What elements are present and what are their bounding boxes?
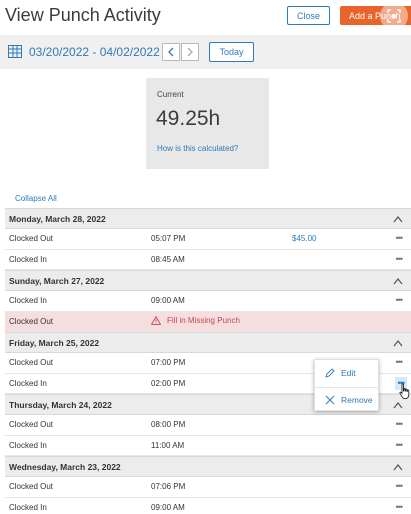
day-header[interactable]: Friday, March 25, 2022 xyxy=(5,332,411,353)
day-title: Sunday, March 27, 2022 xyxy=(9,276,105,286)
hours-summary-card: Current 49.25h How is this calculated? xyxy=(146,78,269,169)
punch-type: Clocked In xyxy=(9,296,47,305)
punch-type: Clocked Out xyxy=(9,234,54,243)
day-title: Thursday, March 24, 2022 xyxy=(9,400,112,410)
punch-row: Clocked In 09:00 AM ••• xyxy=(5,497,411,514)
close-button[interactable]: Close xyxy=(287,6,330,25)
punch-type: Clocked In xyxy=(9,378,47,388)
more-options-icon[interactable]: ••• xyxy=(396,481,404,491)
next-period-button[interactable] xyxy=(181,43,199,61)
punch-time: 05:07 PM xyxy=(151,234,186,243)
warning-icon xyxy=(151,315,161,325)
chevron-up-icon[interactable] xyxy=(393,215,403,223)
summary-label: Current xyxy=(157,90,184,99)
punch-row: Clocked In 11:00 AM ••• xyxy=(5,435,411,456)
day-header[interactable]: Wednesday, March 23, 2022 xyxy=(5,456,411,477)
previous-period-button[interactable] xyxy=(162,43,180,61)
punch-time: 07:06 PM xyxy=(151,482,186,491)
missing-punch-row: Clocked Out Fill in Missing Punch xyxy=(5,311,411,332)
day-title: Friday, March 25, 2022 xyxy=(9,338,100,348)
more-options-icon[interactable]: ••• xyxy=(396,502,404,512)
calendar-icon[interactable] xyxy=(8,45,22,58)
day-header[interactable]: Sunday, March 27, 2022 xyxy=(5,270,411,291)
date-range-bar: 03/20/2022 - 04/02/2022 Today xyxy=(0,35,411,69)
edit-menu-item[interactable]: Edit xyxy=(315,361,380,385)
punch-row: Clocked Out 05:07 PM $45.00 ••• xyxy=(5,229,411,250)
screenshot-overlay xyxy=(377,0,411,32)
hand-cursor-icon xyxy=(399,383,410,400)
header: View Punch Activity Close Add a Punch xyxy=(0,0,411,32)
summary-value: 49.25h xyxy=(156,107,221,130)
more-options-icon[interactable]: ••• xyxy=(396,419,404,429)
punch-row: Clocked In 09:00 AM ••• xyxy=(5,291,411,312)
more-options-icon[interactable]: ••• xyxy=(396,254,404,264)
punch-time: 08:45 AM xyxy=(151,254,185,264)
punch-time: 07:00 PM xyxy=(151,358,186,367)
more-options-icon[interactable]: ••• xyxy=(396,295,404,305)
chevron-right-icon xyxy=(187,47,193,57)
punch-time: 09:00 AM xyxy=(151,502,185,512)
day-title: Wednesday, March 23, 2022 xyxy=(9,462,121,472)
punch-time: 02:00 PM xyxy=(151,378,186,388)
punch-type: Clocked Out xyxy=(9,316,54,326)
day-title: Monday, March 28, 2022 xyxy=(9,214,106,224)
pencil-icon xyxy=(325,368,335,378)
collapse-all-link[interactable]: Collapse All xyxy=(15,194,57,203)
punch-time: 09:00 AM xyxy=(151,296,185,305)
remove-menu-item[interactable]: Remove xyxy=(315,387,380,411)
edit-label: Edit xyxy=(341,368,356,378)
punch-row: Clocked Out 08:00 PM ••• xyxy=(5,415,411,436)
chevron-up-icon[interactable] xyxy=(393,339,403,347)
more-options-icon[interactable]: ••• xyxy=(396,357,404,367)
scan-icon xyxy=(380,2,408,30)
punch-time: 11:00 AM xyxy=(151,440,185,450)
punch-type: Clocked In xyxy=(9,254,47,264)
punch-time: 08:00 PM xyxy=(151,420,186,429)
punch-amount[interactable]: $45.00 xyxy=(292,234,316,243)
punch-type: Clocked Out xyxy=(9,420,54,429)
more-options-icon[interactable]: ••• xyxy=(396,440,404,450)
punch-type: Clocked Out xyxy=(9,482,54,491)
chevron-up-icon[interactable] xyxy=(393,463,403,471)
today-button[interactable]: Today xyxy=(209,42,254,62)
chevron-left-icon xyxy=(168,47,174,57)
close-icon xyxy=(325,395,335,404)
punch-row: Clocked In 08:45 AM ••• xyxy=(5,249,411,270)
punch-row: Clocked Out 07:06 PM ••• xyxy=(5,477,411,498)
remove-label: Remove xyxy=(341,394,373,405)
date-range-label[interactable]: 03/20/2022 - 04/02/2022 xyxy=(29,45,160,59)
punch-type: Clocked In xyxy=(9,440,47,450)
how-calculated-link[interactable]: How is this calculated? xyxy=(157,144,238,153)
row-actions-menu: Edit Remove xyxy=(314,359,380,411)
punch-type: Clocked In xyxy=(9,502,47,512)
chevron-up-icon[interactable] xyxy=(393,277,403,285)
chevron-up-icon[interactable] xyxy=(393,401,403,409)
fill-missing-punch-link[interactable]: Fill in Missing Punch xyxy=(151,315,240,325)
page-title: View Punch Activity xyxy=(5,5,161,25)
more-options-icon[interactable]: ••• xyxy=(396,233,404,243)
punch-type: Clocked Out xyxy=(9,358,54,367)
warning-text: Fill in Missing Punch xyxy=(167,315,240,325)
day-header[interactable]: Monday, March 28, 2022 xyxy=(5,208,411,229)
